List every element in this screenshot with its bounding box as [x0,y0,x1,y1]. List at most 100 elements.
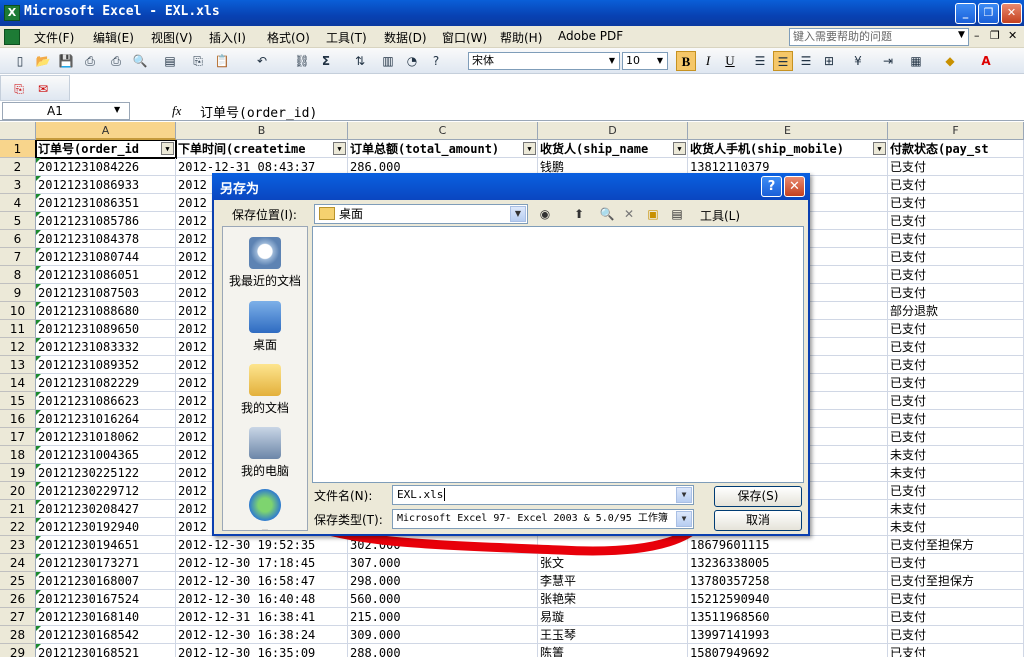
back-icon[interactable]: ◉ [536,205,554,223]
filetype-select[interactable]: Microsoft Excel 97- Excel 2003 & 5.0/95 … [392,509,694,529]
doc-restore-icon[interactable]: ❐ [990,29,1000,42]
places-network[interactable]: ▼ [223,489,307,530]
table-cell-f[interactable]: 已支付 [888,590,1024,608]
fill-color-icon[interactable]: ◆ [940,51,960,71]
table-cell-c[interactable]: 307.000 [348,554,538,572]
print-preview-icon[interactable]: 🔍 [130,51,150,71]
row-header[interactable]: 5 [0,212,36,230]
row-header[interactable]: 25 [0,572,36,590]
table-cell-a[interactable]: 20121231086933 [36,176,176,194]
indent-icon[interactable]: ⇥ [878,51,898,71]
drawing-icon[interactable]: ◔ [402,51,422,71]
table-cell-f[interactable]: 已支付 [888,248,1024,266]
menu-adobe-pdf[interactable]: Adobe PDF [558,29,623,43]
table-cell-f[interactable]: 已支付 [888,482,1024,500]
table-cell-e[interactable]: 13236338005 [688,554,888,572]
table-cell-f[interactable]: 已支付 [888,608,1024,626]
table-cell-a[interactable]: 20121231016264 [36,410,176,428]
align-center-icon[interactable]: ☰ [773,51,793,71]
table-cell-f[interactable]: 已支付 [888,428,1024,446]
table-cell-a[interactable]: 20121230173271 [36,554,176,572]
table-cell-a[interactable]: 20121231087503 [36,284,176,302]
row-header[interactable]: 16 [0,410,36,428]
row-header[interactable]: 6 [0,230,36,248]
table-cell-f[interactable]: 未支付 [888,446,1024,464]
menu-insert[interactable]: 插入(I) [209,29,246,46]
font-size-select[interactable]: 10 ▼ [622,52,668,70]
table-cell-f[interactable]: 已支付 [888,644,1024,657]
filter-dropdown-icon[interactable]: ▼ [523,142,536,155]
table-cell-f[interactable]: 已支付 [888,320,1024,338]
table-cell-d[interactable] [538,536,688,554]
table-header-cell[interactable]: 付款状态(pay_st [888,140,1024,158]
align-left-icon[interactable]: ☰ [750,51,770,71]
cancel-button[interactable]: 取消 [714,510,802,531]
column-header-c[interactable]: C [348,122,538,140]
table-cell-d[interactable]: 张艳荣 [538,590,688,608]
places-my-computer[interactable]: 我的电脑 [223,427,307,479]
table-cell-a[interactable]: 20121231086051 [36,266,176,284]
column-header-f[interactable]: F [888,122,1024,140]
table-cell-f[interactable]: 已支付 [888,230,1024,248]
row-header[interactable]: 21 [0,500,36,518]
up-folder-icon[interactable]: ⬆ [570,205,588,223]
save-button[interactable]: 保存(S) [714,486,802,507]
table-cell-a[interactable]: 20121231018062 [36,428,176,446]
insert-function-icon[interactable]: fx [172,103,181,119]
table-cell-a[interactable]: 20121230225122 [36,464,176,482]
table-header-cell[interactable]: 下单时间(createtime ▼ [176,140,348,158]
pdf-email-icon[interactable]: ✉ [33,79,53,99]
places-my-documents[interactable]: 我的文档 [223,364,307,416]
column-header-a[interactable]: A [36,122,176,140]
table-cell-b[interactable]: 2012-12-31 16:38:41 [176,608,348,626]
row-header[interactable]: 1 [0,140,36,158]
menu-help[interactable]: 帮助(H) [500,29,542,46]
table-cell-a[interactable]: 20121231084378 [36,230,176,248]
dialog-help-button[interactable]: ? [761,176,782,197]
table-header-cell[interactable]: 收货人(ship_name ▼ [538,140,688,158]
places-recent[interactable]: 我最近的文档 [223,237,307,289]
table-cell-f[interactable]: 已支付至担保方 [888,536,1024,554]
row-header[interactable]: 22 [0,518,36,536]
table-cell-f[interactable]: 已支付 [888,356,1024,374]
table-header-cell[interactable]: 订单总额(total_amount) ▼ [348,140,538,158]
filter-dropdown-icon[interactable]: ▼ [333,142,346,155]
table-cell-e[interactable]: 18679601115 [688,536,888,554]
menu-window[interactable]: 窗口(W) [442,29,487,46]
row-header[interactable]: 9 [0,284,36,302]
table-cell-f[interactable]: 已支付 [888,266,1024,284]
table-cell-a[interactable]: 20121231080744 [36,248,176,266]
table-cell-a[interactable]: 20121230168140 [36,608,176,626]
table-cell-c[interactable]: 309.000 [348,626,538,644]
row-header[interactable]: 17 [0,428,36,446]
table-cell-d[interactable]: 李慧平 [538,572,688,590]
table-cell-a[interactable]: 20121230194651 [36,536,176,554]
row-header[interactable]: 13 [0,356,36,374]
row-header[interactable]: 19 [0,464,36,482]
research-icon[interactable]: ▤ [160,51,180,71]
table-cell-d[interactable]: 王玉琴 [538,626,688,644]
help-search-input[interactable]: 键入需要帮助的问题 [789,28,969,46]
table-cell-a[interactable]: 20121231085786 [36,212,176,230]
table-cell-f[interactable]: 已支付 [888,284,1024,302]
underline-button[interactable]: U [720,51,740,71]
row-header[interactable]: 8 [0,266,36,284]
table-cell-f[interactable]: 未支付 [888,464,1024,482]
table-cell-e[interactable]: 13997141993 [688,626,888,644]
table-cell-d[interactable]: 陈箐 [538,644,688,657]
font-name-select[interactable]: 宋体 ▼ [468,52,620,70]
table-cell-f[interactable]: 已支付 [888,626,1024,644]
restore-button[interactable]: ❐ [978,3,999,24]
table-cell-b[interactable]: 2012-12-30 17:18:45 [176,554,348,572]
undo-icon[interactable]: ↶ [252,51,272,71]
save-in-select[interactable]: 桌面 ▼ [314,204,528,224]
formula-input[interactable]: 订单号(order_id) [200,102,317,121]
bold-button[interactable]: B [676,51,696,71]
filter-dropdown-icon[interactable]: ▼ [873,142,886,155]
row-header[interactable]: 28 [0,626,36,644]
font-color-icon[interactable]: A [976,51,996,71]
table-cell-f[interactable]: 已支付 [888,176,1024,194]
help-dropdown-icon[interactable]: ▼ [958,30,965,40]
table-cell-f[interactable]: 已支付至担保方 [888,572,1024,590]
table-cell-c[interactable]: 302.000 [348,536,538,554]
